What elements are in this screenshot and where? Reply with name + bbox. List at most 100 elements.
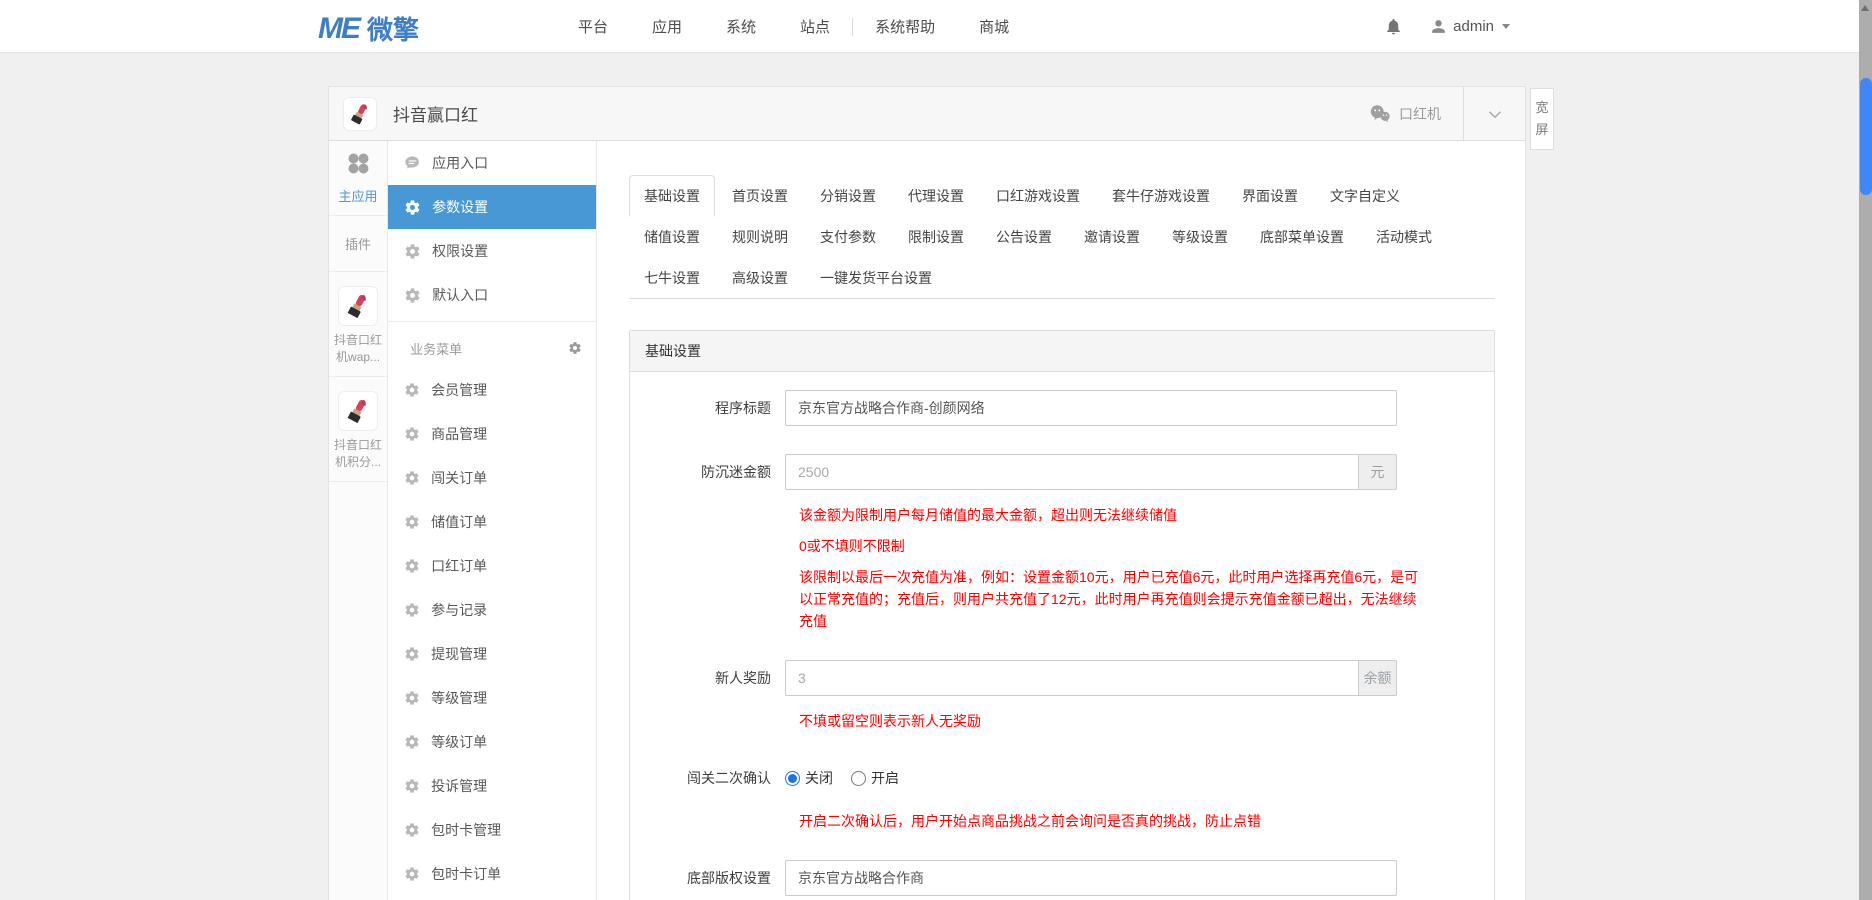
app-card-body: 主应用 插件 抖音口红 机wap... 抖音口红 机积分... 应用入口 参数设… [329,141,1525,900]
lipstick-icon [338,391,379,431]
tab-recharge-settings[interactable]: 储值设置 [629,216,715,258]
field-label: 闯关二次确认 [687,770,771,786]
nav-apps[interactable]: 应用 [630,16,704,37]
basic-settings-panel: 基础设置 程序标题 防沉迷金额 [629,330,1495,900]
app-menu: 应用入口 参数设置 权限设置 默认入口 业务菜单 会员管理 商品管理 闯关订单 … [388,141,597,900]
menu-item-lipstick-orders[interactable]: 口红订单 [388,544,596,588]
gear-icon [404,470,420,486]
topbar-right: admin [1384,0,1510,53]
page: ME 微擎 平台 应用 系统 站点 系统帮助 商城 admin 宽屏 抖音赢口红… [0,0,1872,900]
app-card: 抖音赢口红 口红机 主应用 插件 抖音口红 机wap... 抖音口红 机积分..… [328,86,1526,900]
gear-icon [404,558,420,574]
gear-icon [404,514,420,530]
menu-item-timecard-orders[interactable]: 包时卡订单 [388,852,596,896]
field-footer-copyright: 底部版权设置 [645,860,1479,896]
menu-item-product-management[interactable]: 商品管理 [388,412,596,456]
menu-item-permission-settings[interactable]: 权限设置 [388,229,596,273]
gear-icon [404,382,420,398]
radio-close[interactable] [785,770,800,786]
lipstick-icon [338,286,379,326]
field-label: 程序标题 [715,400,771,416]
menu-item-withdrawal-management[interactable]: 提现管理 [388,632,596,676]
comment-bubble-icon [404,155,421,172]
channel-label: 口红机 [1399,105,1441,122]
nav-system-help[interactable]: 系统帮助 [853,16,957,37]
gear-icon [404,866,420,882]
newcomer-reward-input[interactable] [785,660,1359,696]
footer-copyright-input[interactable] [785,860,1397,896]
menu-item-level-management[interactable]: 等级管理 [388,676,596,720]
scrollbar[interactable] [1859,0,1872,900]
tab-agent-settings[interactable]: 代理设置 [893,175,979,217]
gear-icon [404,734,420,750]
nav-site[interactable]: 站点 [778,16,852,37]
top-nav: 平台 应用 系统 站点 系统帮助 商城 [556,0,1031,53]
logo-name: 微擎 [367,15,420,45]
tab-activity-mode[interactable]: 活动模式 [1361,216,1447,258]
tab-advanced-settings[interactable]: 高级设置 [717,257,803,299]
rail-plugins[interactable]: 插件 [329,216,388,272]
tab-home-settings[interactable]: 首页设置 [717,175,803,217]
tab-invitation-settings[interactable]: 邀请设置 [1069,216,1155,258]
radio-option-close[interactable]: 关闭 [785,768,833,788]
tab-payment-params[interactable]: 支付参数 [805,216,891,258]
radio-option-open[interactable]: 开启 [851,768,899,788]
rail-app-wap[interactable]: 抖音口红 机wap... [329,272,388,377]
program-title-input[interactable] [785,390,1397,426]
gear-icon [404,243,421,260]
nav-platform[interactable]: 平台 [556,16,630,37]
logo-mark: ME [318,11,361,45]
tab-rules-description[interactable]: 规则说明 [717,216,803,258]
gear-icon [404,646,420,662]
collapse-button[interactable] [1463,86,1525,141]
tab-qiniu-settings[interactable]: 七牛设置 [629,257,715,299]
menu-item-parameter-settings[interactable]: 参数设置 [388,185,596,229]
tab-lipstick-game-settings[interactable]: 口红游戏设置 [981,175,1095,217]
tab-basic-settings[interactable]: 基础设置 [629,175,715,217]
menu-item-recharge-orders[interactable]: 储值订单 [388,500,596,544]
menu-item-complaint-management[interactable]: 投诉管理 [388,764,596,808]
menu-item-app-entry[interactable]: 应用入口 [388,141,596,185]
field-label: 底部版权设置 [687,870,771,886]
panel-title: 基础设置 [630,331,1494,372]
tab-level-settings[interactable]: 等级设置 [1157,216,1243,258]
bell-icon[interactable] [1384,17,1403,36]
menu-item-level-orders[interactable]: 等级订单 [388,720,596,764]
channel-selector[interactable]: 口红机 [1369,103,1463,125]
gear-icon [404,778,420,794]
nav-system[interactable]: 系统 [704,16,778,37]
field-program-title: 程序标题 [645,390,1479,426]
rail-app-points[interactable]: 抖音口红 机积分... [329,377,388,482]
app-grid-icon [346,151,370,175]
menu-item-participation-records[interactable]: 参与记录 [388,588,596,632]
nav-store[interactable]: 商城 [957,16,1031,37]
balance-addon: 余额 [1359,660,1397,696]
rail-main-app[interactable]: 主应用 [329,141,388,216]
menu-item-default-entry[interactable]: 默认入口 [388,273,596,317]
scroll-up-arrow-icon[interactable] [1861,5,1869,11]
tab-cowboy-game-settings[interactable]: 套牛仔游戏设置 [1097,175,1225,217]
lipstick-app-icon [343,96,377,131]
help-text: 该金额为限制用户每月储值的最大金额，超出则无法继续储值 [799,507,1177,523]
tab-announcement-settings[interactable]: 公告设置 [981,216,1067,258]
gear-icon [404,426,420,442]
app-rail: 主应用 插件 抖音口红 机wap... 抖音口红 机积分... [329,141,389,900]
tab-distribution-settings[interactable]: 分销设置 [805,175,891,217]
menu-item-member-management[interactable]: 会员管理 [388,368,596,412]
weengine-logo[interactable]: ME 微擎 [318,10,419,47]
tab-oneclick-shipping-settings[interactable]: 一键发货平台设置 [805,257,947,299]
gear-icon[interactable] [568,341,582,355]
widescreen-toggle[interactable]: 宽屏 [1530,88,1554,150]
rail-main-app-label: 主应用 [338,189,378,204]
tab-text-customization[interactable]: 文字自定义 [1315,175,1415,217]
menu-item-timecard-management[interactable]: 包时卡管理 [388,808,596,852]
scrollbar-thumb[interactable] [1859,78,1872,195]
tab-limit-settings[interactable]: 限制设置 [893,216,979,258]
field-newcomer-reward: 新人奖励 余额 [645,660,1479,696]
radio-open[interactable] [851,770,866,786]
tab-interface-settings[interactable]: 界面设置 [1227,175,1313,217]
menu-item-challenge-orders[interactable]: 闯关订单 [388,456,596,500]
anti-addiction-input[interactable] [785,454,1359,490]
tab-bottom-menu-settings[interactable]: 底部菜单设置 [1245,216,1359,258]
user-menu[interactable]: admin [1429,17,1510,36]
